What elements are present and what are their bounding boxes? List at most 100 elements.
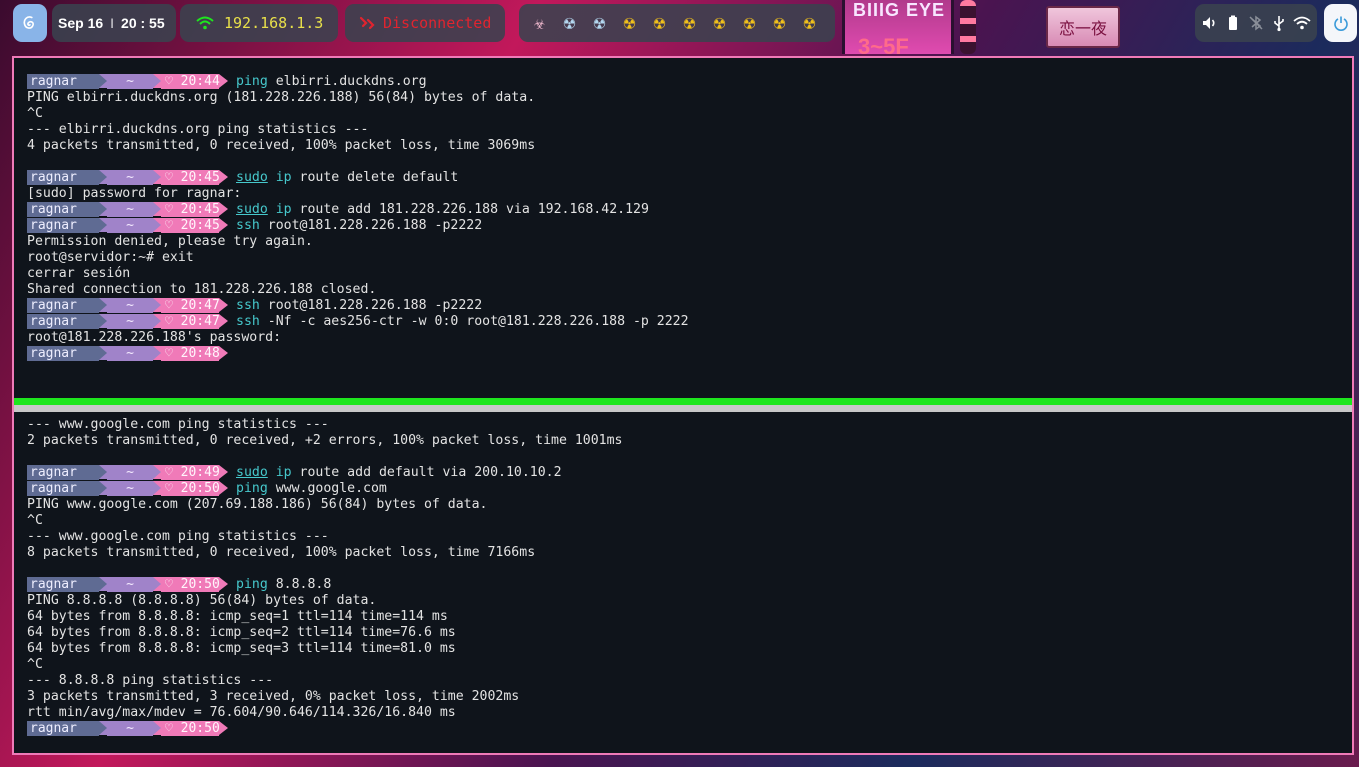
prompt-separator: [99, 577, 107, 591]
output-line: 4 packets transmitted, 0 received, 100% …: [27, 138, 536, 153]
bluetooth-off-icon[interactable]: [1247, 14, 1265, 32]
prompt-separator: [153, 74, 161, 88]
prompt-end: [219, 298, 228, 312]
volume-icon[interactable]: [1201, 14, 1219, 32]
prompt-directory: ~: [107, 314, 153, 329]
disconnected-icon: [359, 16, 375, 30]
output-line: Shared connection to 181.228.226.188 clo…: [27, 282, 377, 297]
output-line: 64 bytes from 8.8.8.8: icmp_seq=1 ttl=11…: [27, 609, 448, 624]
command: sudo ip route add 181.228.226.188 via 19…: [236, 202, 649, 217]
prompt-separator: [153, 170, 161, 184]
heart-icon: ♡: [165, 346, 173, 361]
prompt-directory: ~: [107, 465, 153, 480]
prompt-end: [219, 721, 228, 735]
heart-icon: ♡: [165, 481, 173, 496]
output-line: PING elbirri.duckdns.org (181.228.226.18…: [27, 90, 536, 105]
wifi-icon: [196, 16, 214, 30]
prompt-separator: [99, 465, 107, 479]
prompt-separator: [99, 170, 107, 184]
command-name: ping: [236, 577, 268, 592]
command-name: ip: [275, 465, 292, 480]
command-name: ip: [275, 170, 292, 185]
heart-icon: ♡: [165, 721, 173, 736]
terminal-pane-top[interactable]: ragnar ~ ♡ 20:44 ping elbirri.duckdns.org PI…: [14, 74, 1352, 399]
usb-icon[interactable]: [1270, 14, 1288, 32]
terminal-pane-bottom[interactable]: --- www.google.com ping statistics --- 2 …: [14, 417, 1352, 739]
wifi-icon[interactable]: [1292, 14, 1311, 32]
prompt-time: ♡ 20:44: [161, 74, 220, 89]
prompt-line: ragnar ~ ♡ 20:45 ssh root@181.228.226.188 -…: [27, 218, 1352, 234]
workspace-2-radiation-icon[interactable]: ☢: [559, 12, 580, 34]
workspace-4-radiation-icon[interactable]: ☢: [619, 12, 640, 34]
wallpaper-lights: [960, 0, 976, 54]
prompt-directory: ~: [107, 74, 153, 89]
battery-icon[interactable]: [1224, 14, 1242, 32]
output-line: 64 bytes from 8.8.8.8: icmp_seq=3 ttl=11…: [27, 641, 456, 656]
workspace-10-radiation-icon[interactable]: ☢: [799, 12, 820, 34]
prompt-separator: [99, 314, 107, 328]
command: sudo ip route delete default: [236, 170, 458, 185]
pane-divider[interactable]: [14, 405, 1352, 412]
workspace-8-radiation-icon[interactable]: ☢: [739, 12, 760, 34]
workspace-3-radiation-icon[interactable]: ☢: [589, 12, 610, 34]
prompt-line: ragnar ~ ♡ 20:44 ping elbirri.duckdns.org: [27, 74, 1352, 90]
top-bar: BIIIG EYE 3~5F 恋一夜 Sep 16 I 20 : 55 192.…: [0, 0, 1359, 59]
command-args: route add default via 200.10.10.2: [291, 465, 562, 480]
prompt-time: ♡ 20:45: [161, 170, 220, 185]
heart-icon: ♡: [165, 314, 173, 329]
power-button[interactable]: [1324, 4, 1357, 42]
command-args: route add 181.228.226.188 via 192.168.42…: [291, 202, 649, 217]
terminal-window[interactable]: ragnar ~ ♡ 20:44 ping elbirri.duckdns.org PI…: [12, 56, 1354, 755]
command-args: www.google.com: [267, 481, 387, 496]
prompt-user: ragnar: [27, 298, 99, 313]
prompt-separator: [153, 481, 161, 495]
output-line: rtt min/avg/max/mdev = 76.604/90.646/114…: [27, 705, 456, 720]
prompt-separator: [99, 74, 107, 88]
network-widget[interactable]: 192.168.1.3: [180, 4, 338, 42]
heart-icon: ♡: [165, 465, 173, 480]
prompt-separator: [153, 298, 161, 312]
shell-prompt: ragnar ~ ♡ 20:49: [27, 465, 228, 480]
prompt-separator: [153, 218, 161, 232]
output-line: PING www.google.com (207.69.188.186) 56(…: [27, 497, 488, 512]
workspace-5-radiation-icon[interactable]: ☢: [649, 12, 670, 34]
prompt-directory: ~: [107, 170, 153, 185]
output-line: cerrar sesión: [27, 266, 131, 281]
command: ping www.google.com: [236, 481, 387, 496]
prompt-time-value: 20:45: [180, 170, 220, 185]
prompt-line: ragnar ~ ♡ 20:45 sudo ip route add 181.228.…: [27, 202, 1352, 218]
prompt-time-value: 20:50: [180, 481, 220, 496]
workspace-9-radiation-icon[interactable]: ☢: [769, 12, 790, 34]
workspace-switcher: ☣ ☢ ☢ ☢ ☢ ☢ ☢ ☢ ☢ ☢: [519, 4, 835, 42]
app-launcher-button[interactable]: [13, 4, 47, 42]
workspace-1-biohazard-icon[interactable]: ☣: [529, 12, 550, 34]
shell-prompt: ragnar ~ ♡ 20:50: [27, 721, 228, 736]
prompt-separator: [99, 218, 107, 232]
prompt-directory: ~: [107, 202, 153, 217]
output-line: --- www.google.com ping statistics ---: [27, 529, 329, 544]
prompt-user: ragnar: [27, 74, 99, 89]
command-sudo: sudo: [236, 170, 268, 185]
vpn-widget[interactable]: Disconnected: [345, 4, 505, 42]
prompt-end: [219, 481, 228, 495]
output-line: Permission denied, please try again.: [27, 234, 313, 249]
workspace-6-radiation-icon[interactable]: ☢: [679, 12, 700, 34]
prompt-time: ♡ 20:50: [161, 721, 220, 736]
clock-widget[interactable]: Sep 16 I 20 : 55: [52, 4, 176, 42]
prompt-time-value: 20:45: [180, 218, 220, 233]
prompt-separator: [153, 721, 161, 735]
prompt-directory: ~: [107, 218, 153, 233]
heart-icon: ♡: [165, 218, 173, 233]
output-line: --- elbirri.duckdns.org ping statistics …: [27, 122, 369, 137]
command-args: -Nf -c aes256-ctr -w 0:0 root@181.228.22…: [259, 314, 689, 329]
prompt-line: ragnar ~ ♡ 20:47 ssh root@181.228.226.188 -…: [27, 298, 1352, 314]
pane-divider-active[interactable]: [14, 398, 1352, 405]
command-sudo: sudo: [236, 202, 268, 217]
prompt-separator: [153, 577, 161, 591]
prompt-separator: [99, 721, 107, 735]
workspace-7-radiation-icon[interactable]: ☢: [709, 12, 730, 34]
output-line: ^C: [27, 513, 43, 528]
system-tray: [1195, 4, 1317, 42]
prompt-end: [219, 465, 228, 479]
